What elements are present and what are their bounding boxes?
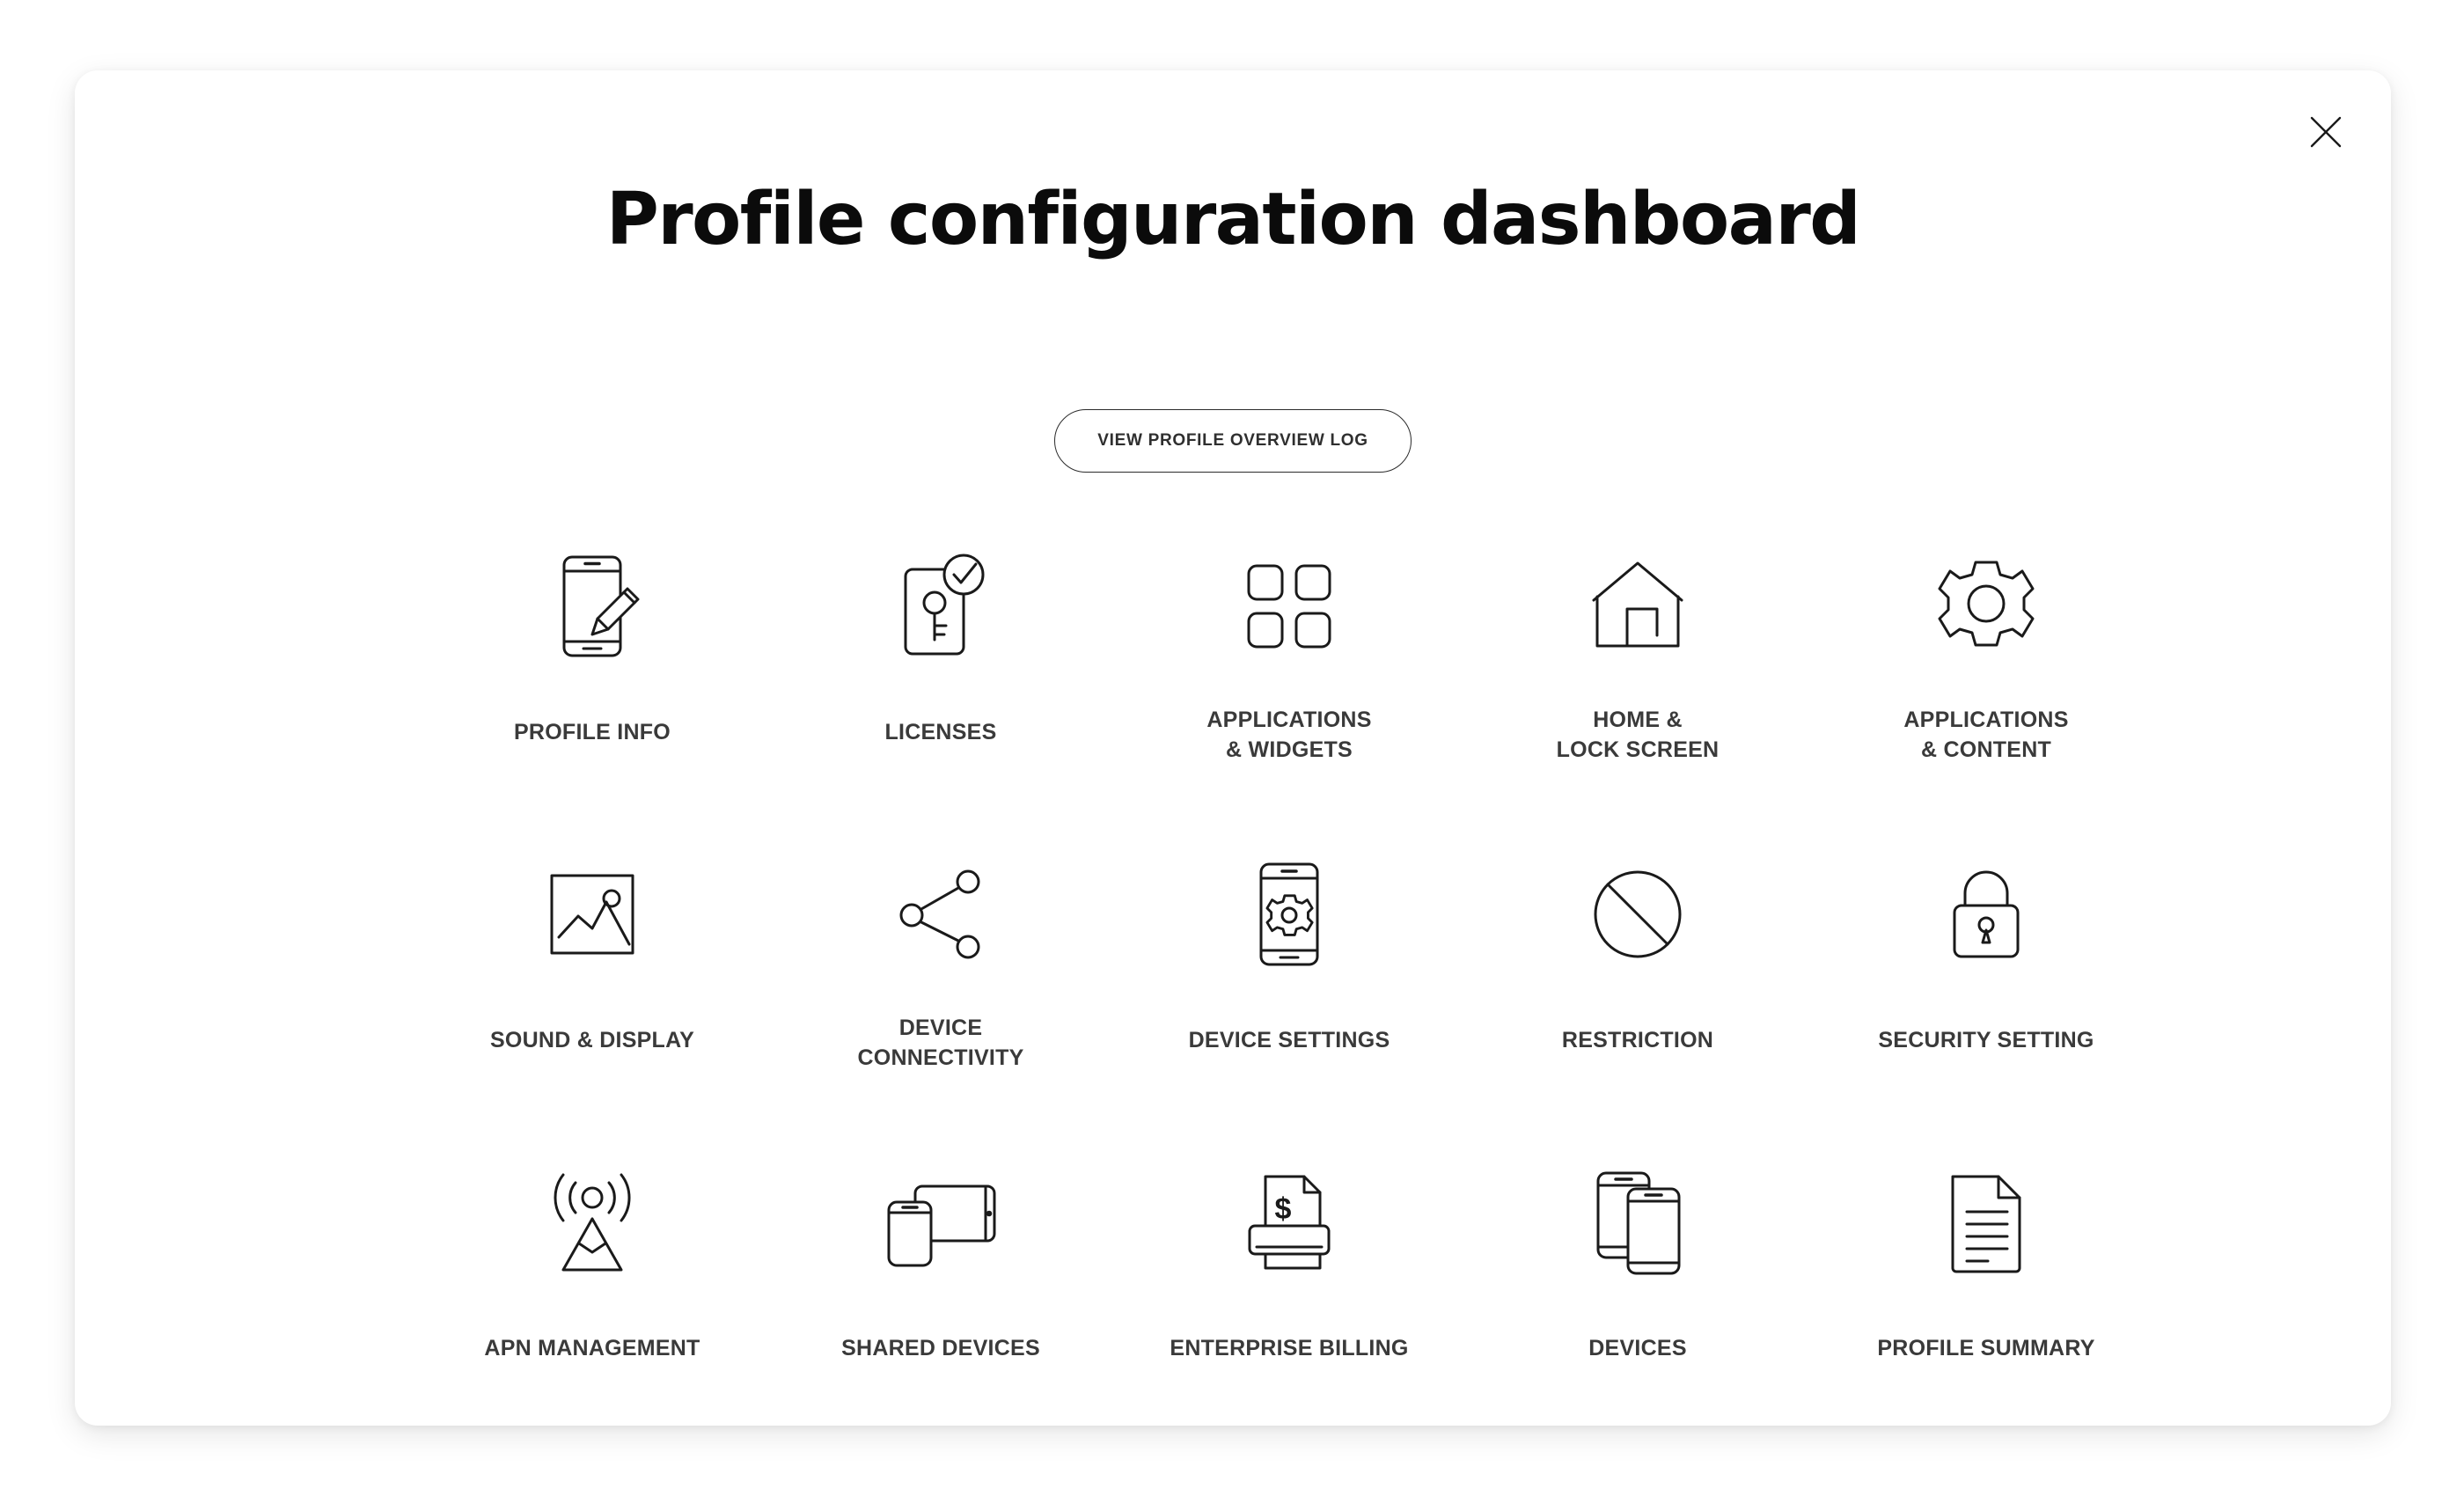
tile-licenses[interactable]: LICENSES [766, 535, 1115, 843]
tile-label: SOUND & DISPLAY [489, 1028, 695, 1052]
broadcast-tower-icon [544, 1156, 641, 1288]
tile-enterprise-billing[interactable]: $ ENTERPRISE BILLING [1115, 1151, 1463, 1459]
tile-label: SECURITY SETTING [1878, 1028, 2094, 1052]
phone-pencil-icon [545, 540, 640, 672]
close-icon [2306, 113, 2345, 151]
tile-device-connectivity[interactable]: DEVICE CONNECTIVITY [766, 843, 1115, 1151]
prohibition-icon [1588, 848, 1687, 980]
gear-icon [1935, 540, 2037, 672]
padlock-icon [1942, 848, 2030, 980]
tile-label: PROFILE INFO [514, 720, 671, 744]
tile-label: APPLICATIONS & CONTENT [1903, 708, 2069, 762]
tile-label: APPLICATIONS & WIDGETS [1206, 708, 1372, 762]
tablet-phone-icon [884, 1156, 998, 1288]
tile-shared-devices[interactable]: SHARED DEVICES [766, 1151, 1115, 1459]
tile-label: DEVICE SETTINGS [1188, 1028, 1390, 1052]
tile-sound-display[interactable]: SOUND & DISPLAY [418, 843, 766, 1151]
dashboard-grid: PROFILE INFO LICENSES APPLICATIONS & WID… [418, 535, 2160, 1459]
view-log-button-wrap: VIEW PROFILE OVERVIEW LOG [75, 409, 2391, 473]
tile-device-settings[interactable]: DEVICE SETTINGS [1115, 843, 1463, 1151]
grid-squares-icon [1242, 540, 1337, 672]
tile-security-setting[interactable]: SECURITY SETTING [1812, 843, 2160, 1151]
phone-gear-icon [1249, 848, 1330, 980]
view-profile-overview-log-button[interactable]: VIEW PROFILE OVERVIEW LOG [1054, 409, 1412, 473]
tile-label: HOME & LOCK SCREEN [1556, 708, 1720, 762]
tile-label: APN MANAGEMENT [484, 1336, 700, 1360]
document-lines-icon [1942, 1156, 2030, 1288]
two-phones-icon [1589, 1156, 1686, 1288]
tile-applications-content[interactable]: APPLICATIONS & CONTENT [1812, 535, 2160, 843]
tile-label: DEVICE CONNECTIVITY [857, 1016, 1024, 1070]
tile-restriction[interactable]: RESTRICTION [1463, 843, 1812, 1151]
tile-profile-summary[interactable]: PROFILE SUMMARY [1812, 1151, 2160, 1459]
share-nodes-icon [892, 848, 989, 980]
house-icon [1585, 540, 1690, 672]
tile-home-lock-screen[interactable]: HOME & LOCK SCREEN [1463, 535, 1812, 843]
tile-label: ENTERPRISE BILLING [1170, 1336, 1409, 1360]
tile-applications-widgets[interactable]: APPLICATIONS & WIDGETS [1115, 535, 1463, 843]
tile-label: PROFILE SUMMARY [1877, 1336, 2095, 1360]
tile-label: DEVICES [1588, 1336, 1687, 1360]
image-picture-icon [545, 848, 640, 980]
tile-label: SHARED DEVICES [841, 1336, 1040, 1360]
tile-label: LICENSES [884, 720, 997, 744]
close-button[interactable] [2294, 100, 2358, 164]
page-title: Profile configuration dashboard [605, 178, 1861, 261]
tile-devices[interactable]: DEVICES [1463, 1151, 1812, 1459]
tile-profile-info[interactable]: PROFILE INFO [418, 535, 766, 843]
tile-label: RESTRICTION [1561, 1028, 1714, 1052]
svg-text:$: $ [1275, 1192, 1292, 1226]
tile-apn-management[interactable]: APN MANAGEMENT [418, 1151, 766, 1459]
dialog-card: Profile configuration dashboard VIEW PRO… [75, 70, 2391, 1426]
key-card-check-icon [891, 540, 990, 672]
screen: Profile configuration dashboard VIEW PRO… [0, 0, 2464, 1496]
invoice-dollar-icon: $ [1237, 1156, 1341, 1288]
